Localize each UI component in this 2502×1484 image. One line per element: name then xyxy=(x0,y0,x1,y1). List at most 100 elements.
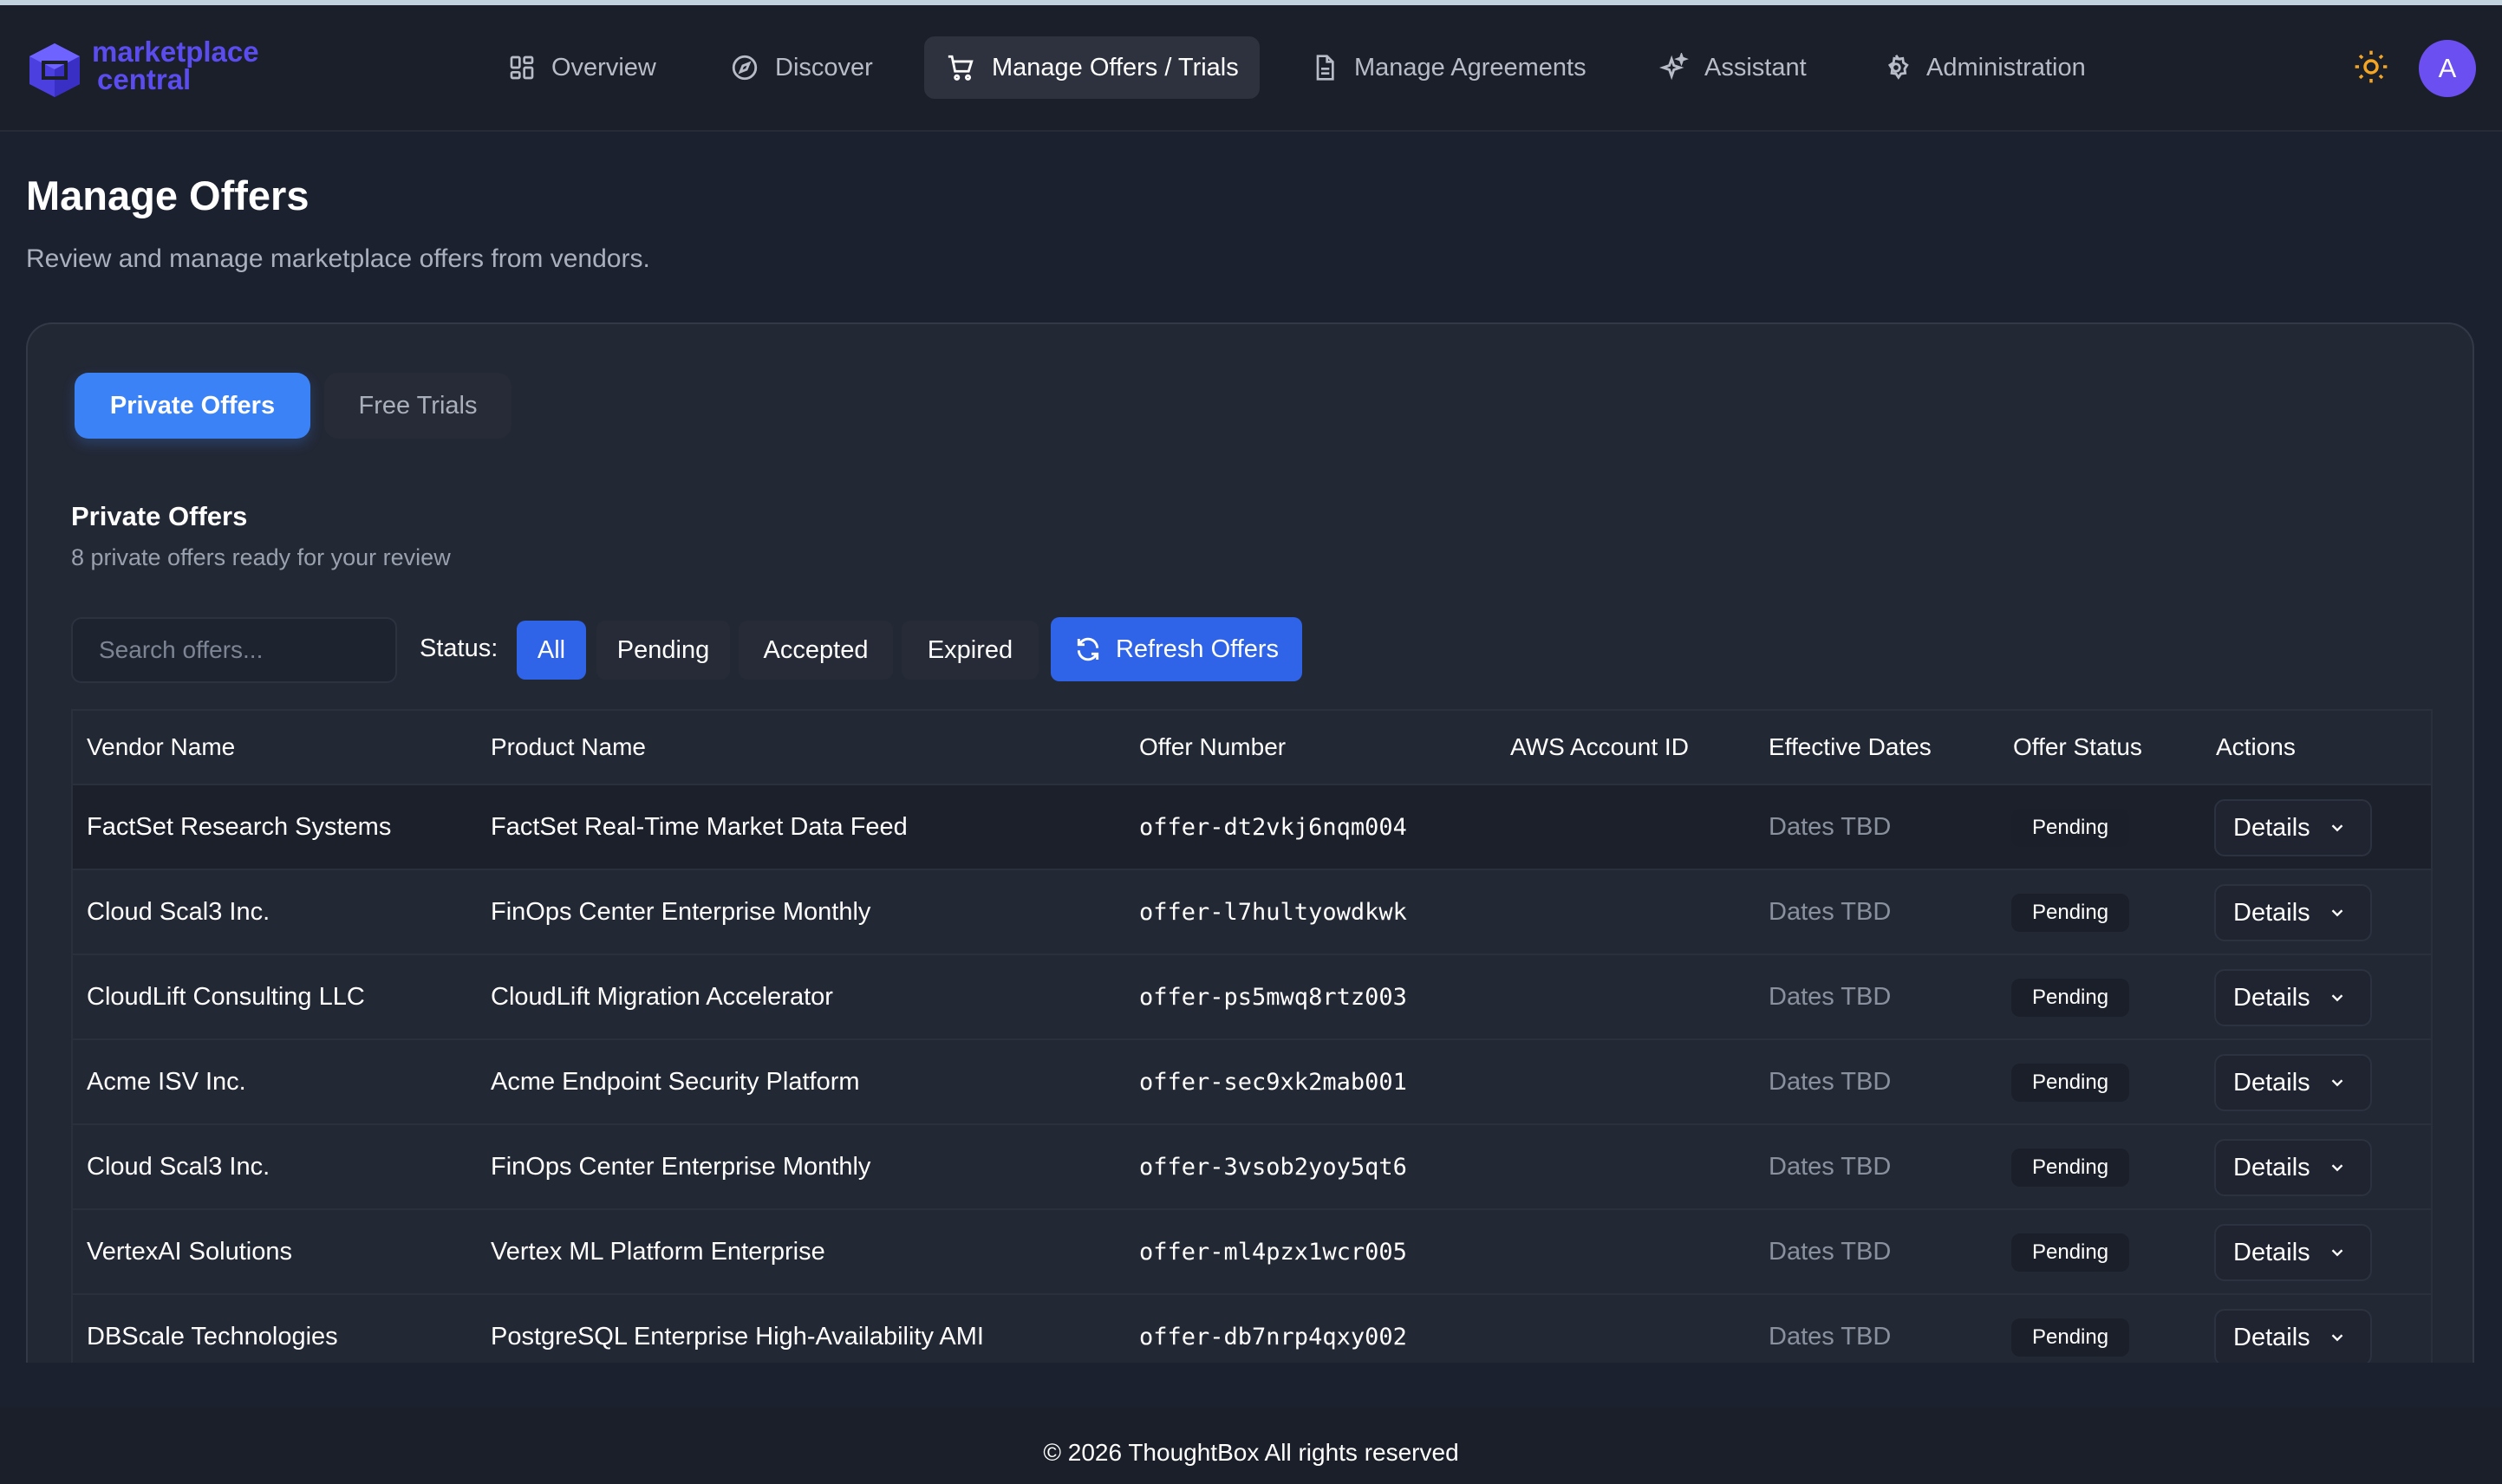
vendor-name: VertexAI Solutions xyxy=(87,1238,292,1266)
effective-dates: Dates TBD xyxy=(1769,983,1892,1011)
status-badge: Pending xyxy=(2011,1318,2130,1357)
offer-number: offer-ps5mwq8rtz003 xyxy=(1139,984,1407,1011)
offers-card: Private Offers Free Trials Private Offer… xyxy=(26,322,2474,1363)
offer-number: offer-l7hultyowdkwk xyxy=(1139,899,1407,926)
column-header-product[interactable]: Product Name xyxy=(491,733,646,761)
details-label: Details xyxy=(2233,983,2310,1012)
effective-dates: Dates TBD xyxy=(1769,1238,1892,1266)
nav-discover[interactable]: Discover xyxy=(709,36,894,99)
chevron-down-icon xyxy=(2331,1249,2342,1257)
table-row[interactable]: CloudLift Consulting LLC CloudLift Migra… xyxy=(73,954,2431,1038)
nav-manage-agreements-label: Manage Agreements xyxy=(1354,53,1587,81)
details-label: Details xyxy=(2233,1323,2310,1351)
filter-all[interactable]: All xyxy=(517,621,586,680)
product-name: Acme Endpoint Security Platform xyxy=(491,1068,860,1096)
vendor-name: CloudLift Consulting LLC xyxy=(87,983,365,1011)
details-dropdown-button[interactable]: Details xyxy=(2214,799,2372,856)
brand-logo[interactable]: marketplace central xyxy=(26,36,277,101)
nav-assistant[interactable]: Assistant xyxy=(1639,36,1828,99)
effective-dates: Dates TBD xyxy=(1769,1068,1892,1096)
column-header-aws-account[interactable]: AWS Account ID xyxy=(1510,733,1689,761)
vendor-name: Cloud Scal3 Inc. xyxy=(87,898,270,926)
details-dropdown-button[interactable]: Details xyxy=(2214,969,2372,1026)
vendor-name: Cloud Scal3 Inc. xyxy=(87,1153,270,1181)
status-badge: Pending xyxy=(2011,1064,2130,1102)
table-row[interactable]: Acme ISV Inc. Acme Endpoint Security Pla… xyxy=(73,1038,2431,1123)
nav-manage-offers[interactable]: Manage Offers / Trials xyxy=(924,36,1260,99)
status-badge: Pending xyxy=(2011,1149,2130,1187)
status-badge: Pending xyxy=(2011,809,2130,847)
refresh-icon xyxy=(1077,637,1099,661)
tab-free-trials[interactable]: Free Trials xyxy=(324,373,511,439)
details-dropdown-button[interactable]: Details xyxy=(2214,884,2372,941)
details-dropdown-button[interactable]: Details xyxy=(2214,1054,2372,1111)
vendor-name: Acme ISV Inc. xyxy=(87,1068,246,1096)
user-avatar[interactable]: A xyxy=(2419,40,2476,97)
table-row[interactable]: VertexAI Solutions Vertex ML Platform En… xyxy=(73,1208,2431,1293)
section-title: Private Offers xyxy=(71,501,248,531)
tab-private-offers[interactable]: Private Offers xyxy=(75,373,310,439)
nav-overview[interactable]: Overview xyxy=(487,36,677,99)
effective-dates: Dates TBD xyxy=(1769,898,1892,926)
table-row[interactable]: Cloud Scal3 Inc. FinOps Center Enterpris… xyxy=(73,869,2431,954)
nav-administration[interactable]: Administration xyxy=(1860,36,2107,99)
filter-expired[interactable]: Expired xyxy=(902,621,1039,680)
status-badge: Pending xyxy=(2011,894,2130,932)
search-input[interactable] xyxy=(71,617,397,683)
refresh-offers-button[interactable]: Refresh Offers xyxy=(1051,617,1302,681)
compass-icon xyxy=(732,55,758,81)
brand-line-2: central xyxy=(97,63,192,95)
table-header: Vendor Name Product Name Offer Number AW… xyxy=(73,711,2431,784)
chevron-down-icon xyxy=(2331,1079,2342,1087)
product-name: FinOps Center Enterprise Monthly xyxy=(491,898,871,926)
filter-accepted[interactable]: Accepted xyxy=(739,621,893,680)
cube-logo-icon xyxy=(29,43,80,97)
brand-line-1: marketplace xyxy=(92,36,259,68)
copyright-text: © 2026 ThoughtBox All rights reserved xyxy=(1043,1439,1459,1466)
status-filter-label: Status: xyxy=(420,635,498,662)
column-header-offer-number[interactable]: Offer Number xyxy=(1139,733,1286,761)
sparkles-icon xyxy=(1659,53,1689,81)
product-name: FactSet Real-Time Market Data Feed xyxy=(491,813,908,841)
offer-number: offer-ml4pzx1wcr005 xyxy=(1139,1239,1407,1266)
table-row[interactable]: DBScale Technologies PostgreSQL Enterpri… xyxy=(73,1293,2431,1363)
details-label: Details xyxy=(2233,1238,2310,1266)
details-dropdown-button[interactable]: Details xyxy=(2214,1224,2372,1281)
page-footer: © 2026 ThoughtBox All rights reserved xyxy=(0,1408,2502,1484)
offer-number: offer-sec9xk2mab001 xyxy=(1139,1069,1407,1096)
nav-assistant-label: Assistant xyxy=(1704,53,1807,81)
document-icon xyxy=(1316,55,1334,81)
details-label: Details xyxy=(2233,1153,2310,1181)
table-row[interactable]: Cloud Scal3 Inc. FinOps Center Enterpris… xyxy=(73,1123,2431,1208)
nav-manage-agreements[interactable]: Manage Agreements xyxy=(1290,36,1607,99)
details-label: Details xyxy=(2233,1068,2310,1097)
details-label: Details xyxy=(2233,813,2310,842)
status-badge: Pending xyxy=(2011,1233,2130,1272)
product-name: PostgreSQL Enterprise High-Availability … xyxy=(491,1323,984,1351)
effective-dates: Dates TBD xyxy=(1769,1153,1892,1181)
column-header-effective-dates[interactable]: Effective Dates xyxy=(1769,733,1932,761)
table-row[interactable]: FactSet Research Systems FactSet Real-Ti… xyxy=(73,784,2431,869)
nav-discover-label: Discover xyxy=(775,53,873,81)
page-title: Manage Offers xyxy=(26,172,309,218)
nav-administration-label: Administration xyxy=(1926,53,2086,81)
product-name: Vertex ML Platform Enterprise xyxy=(491,1238,825,1266)
details-dropdown-button[interactable]: Details xyxy=(2214,1309,2372,1363)
chevron-down-icon xyxy=(2331,1334,2342,1342)
cart-icon xyxy=(948,55,974,81)
nav-overview-label: Overview xyxy=(551,53,656,81)
column-header-offer-status[interactable]: Offer Status xyxy=(2013,733,2142,761)
vendor-name: DBScale Technologies xyxy=(87,1323,338,1351)
column-header-vendor[interactable]: Vendor Name xyxy=(87,733,235,761)
gear-icon xyxy=(1887,55,1909,80)
theme-toggle-sun-icon[interactable] xyxy=(2353,49,2389,85)
offer-number: offer-dt2vkj6nqm004 xyxy=(1139,814,1407,841)
refresh-offers-label: Refresh Offers xyxy=(1115,635,1280,663)
status-badge: Pending xyxy=(2011,979,2130,1017)
filter-pending[interactable]: Pending xyxy=(596,621,730,680)
column-header-actions: Actions xyxy=(2216,733,2296,760)
section-subtitle: 8 private offers ready for your review xyxy=(71,544,451,570)
nav-manage-offers-label: Manage Offers / Trials xyxy=(992,53,1239,81)
offer-number: offer-3vsob2yoy5qt6 xyxy=(1139,1154,1407,1181)
details-dropdown-button[interactable]: Details xyxy=(2214,1139,2372,1196)
